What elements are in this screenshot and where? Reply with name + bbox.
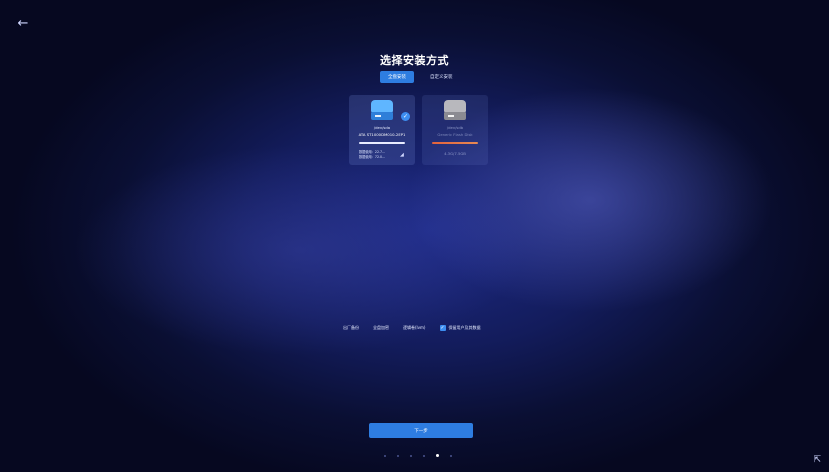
disk-device-path: /dev/sda <box>373 125 391 130</box>
back-button[interactable]: ← <box>14 14 32 32</box>
step-dot <box>450 454 452 457</box>
full-encrypt-label: 全盘加密 <box>373 325 389 330</box>
disk-card-sdb[interactable]: /dev/sdb Generic Flash Disk 4.3G/7.5GB <box>422 95 488 165</box>
step-dot <box>397 454 399 457</box>
tab-full-disk-install[interactable]: 全盘安装 <box>380 71 414 83</box>
disk-capacity: 4.3G/7.5GB <box>444 151 466 156</box>
hard-drive-icon <box>371 100 393 120</box>
lvm-option[interactable]: 逻辑卷(lvm) <box>403 325 426 331</box>
disk-model: Generic Flash Disk <box>437 132 473 137</box>
install-options: 出厂备份 全盘加密 逻辑卷(lvm) ✓ 保留用户及其数据 <box>343 325 481 331</box>
step-dot <box>384 454 386 457</box>
disk-card-sda[interactable]: ✓ /dev/sda ATA ST1000DM010-2EP1 数据使用：22.… <box>349 95 415 165</box>
tab-custom-install[interactable]: 自定义安装 <box>422 71 461 83</box>
exit-icon: ⇱ <box>813 455 821 465</box>
arrow-left-icon: ← <box>17 15 29 31</box>
chart-icon: ◢ <box>400 152 404 158</box>
disk-usage-bar <box>432 142 478 144</box>
step-indicator <box>384 454 452 457</box>
keep-user-data-option[interactable]: ✓ 保留用户及其数据 <box>439 325 481 331</box>
disk-device-path: /dev/sdb <box>446 125 464 130</box>
step-dot <box>410 454 412 457</box>
disk-usage-bar <box>359 142 405 144</box>
check-icon: ✓ <box>401 112 410 121</box>
step-dot <box>423 454 425 457</box>
next-button[interactable]: 下一步 <box>369 423 473 438</box>
page-title: 选择安装方式 <box>380 54 449 67</box>
disk-usage-line: 数据使用：72.0... <box>359 155 386 159</box>
factory-backup-option[interactable]: 出厂备份 <box>343 325 359 331</box>
exit-button[interactable]: ⇱ <box>813 455 821 465</box>
keep-user-data-label: 保留用户及其数据 <box>448 325 481 330</box>
install-mode-tabs: 全盘安装 自定义安装 <box>380 71 461 83</box>
lvm-label: 逻辑卷(lvm) <box>403 325 426 330</box>
step-dot-active <box>436 454 439 457</box>
checkbox-checked-icon[interactable]: ✓ <box>439 325 446 331</box>
hard-drive-icon <box>444 100 466 120</box>
factory-backup-label: 出厂备份 <box>343 325 359 330</box>
full-encrypt-option[interactable]: 全盘加密 <box>373 325 389 331</box>
disk-model: ATA ST1000DM010-2EP1 <box>358 132 406 137</box>
